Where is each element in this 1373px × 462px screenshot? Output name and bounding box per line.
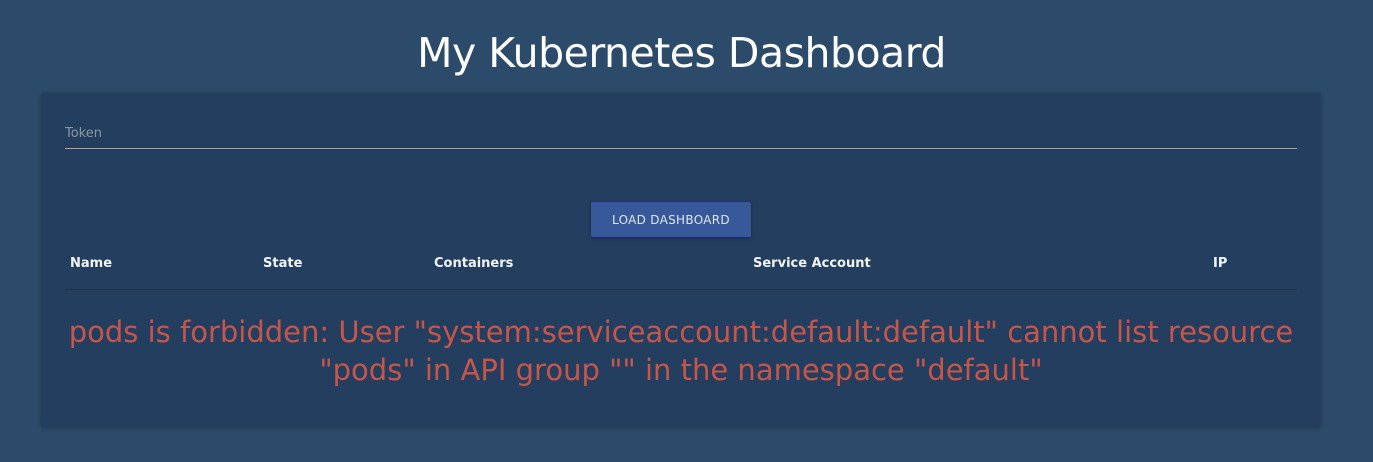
- column-header-ip: IP: [1213, 256, 1228, 271]
- column-header-name: Name: [70, 256, 113, 271]
- column-header-service-account: Service Account: [753, 256, 871, 271]
- token-input[interactable]: [65, 119, 1297, 149]
- token-field: [65, 119, 1297, 153]
- load-dashboard-button[interactable]: LOAD DASHBOARD: [591, 202, 751, 237]
- pods-table-header: Name State Containers Service Account IP: [65, 245, 1297, 290]
- page-title: My Kubernetes Dashboard: [417, 29, 946, 77]
- dashboard-card: LOAD DASHBOARD Name State Containers Ser…: [41, 93, 1321, 427]
- column-header-containers: Containers: [434, 256, 514, 271]
- error-message: pods is forbidden: User "system:servicea…: [68, 315, 1294, 387]
- column-header-state: State: [263, 256, 303, 271]
